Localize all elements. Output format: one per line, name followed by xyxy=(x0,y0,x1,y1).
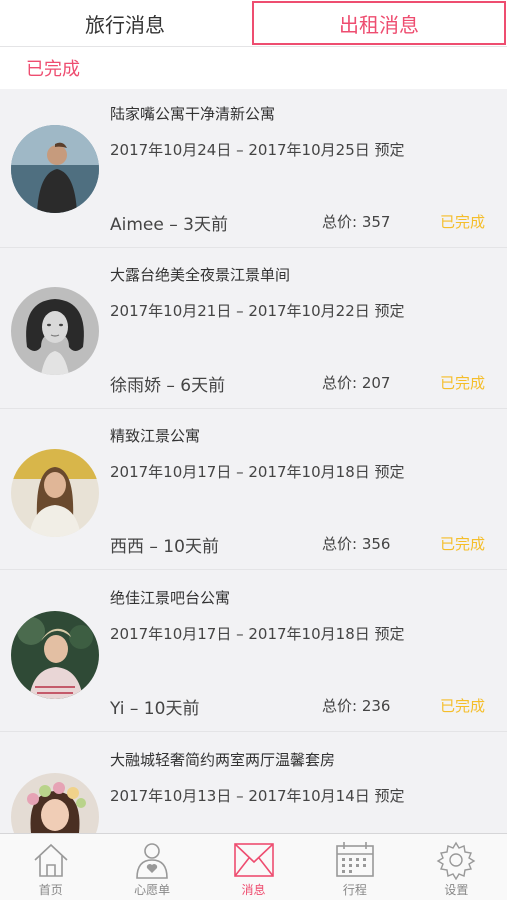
listing-title: 大露台绝美全夜景江景单间 xyxy=(110,266,291,284)
tabbar-item-wishlist[interactable]: 心愿单 xyxy=(101,834,202,900)
message-icon xyxy=(233,843,274,877)
order-card[interactable]: 陆家嘴公寓干净清新公寓 2017年10月24日 – 2017年10月25日 预定… xyxy=(0,89,507,248)
order-list[interactable]: 陆家嘴公寓干净清新公寓 2017年10月24日 – 2017年10月25日 预定… xyxy=(0,89,507,833)
booking-dates: 2017年10月13日 – 2017年10月14日 预定 xyxy=(110,787,405,805)
tabbar-label: 行程 xyxy=(342,883,367,897)
guest-name-time: 西西 – 10天前 xyxy=(110,537,219,557)
tabbar-item-settings[interactable]: 设置 xyxy=(406,834,507,900)
status-badge: 已完成 xyxy=(440,697,486,715)
order-card[interactable]: 大融城轻奢简约两室两厅温馨套房 2017年10月13日 – 2017年10月14… xyxy=(0,735,507,833)
home-icon xyxy=(34,843,68,877)
total-price: 总价: 207 xyxy=(322,374,391,392)
tabbar-item-messages[interactable]: 消息 xyxy=(203,834,304,900)
status-badge: 已完成 xyxy=(440,535,486,553)
status-badge: 已完成 xyxy=(440,213,486,231)
tabbar-label: 设置 xyxy=(444,883,469,897)
tabbar-item-home[interactable]: 首页 xyxy=(0,834,101,900)
order-card[interactable]: 绝佳江景吧台公寓 2017年10月17日 – 2017年10月18日 预定 Yi… xyxy=(0,573,507,732)
avatar xyxy=(11,125,99,213)
listing-title: 大融城轻奢简约两室两厅温馨套房 xyxy=(110,751,336,769)
tabbar-label: 心愿单 xyxy=(134,883,171,897)
tab-travel-messages[interactable]: 旅行消息 xyxy=(0,0,250,46)
booking-dates: 2017年10月17日 – 2017年10月18日 预定 xyxy=(110,463,405,481)
booking-dates: 2017年10月17日 – 2017年10月18日 预定 xyxy=(110,625,405,643)
listing-title: 精致江景公寓 xyxy=(110,427,201,445)
guest-name-time: 徐雨娇 – 6天前 xyxy=(110,376,226,396)
avatar xyxy=(11,773,99,833)
settings-icon xyxy=(436,841,476,880)
wishlist-icon xyxy=(136,843,168,879)
calendar-icon xyxy=(336,842,374,877)
status-filter-bar: 已完成 xyxy=(0,47,507,89)
order-card[interactable]: 大露台绝美全夜景江景单间 2017年10月21日 – 2017年10月22日 预… xyxy=(0,250,507,409)
order-card[interactable]: 精致江景公寓 2017年10月17日 – 2017年10月18日 预定 西西 –… xyxy=(0,411,507,570)
listing-title: 陆家嘴公寓干净清新公寓 xyxy=(110,105,276,123)
message-type-tabs: 旅行消息 出租消息 xyxy=(0,0,507,47)
booking-dates: 2017年10月21日 – 2017年10月22日 预定 xyxy=(110,302,405,320)
total-price: 总价: 236 xyxy=(322,697,391,715)
status-badge: 已完成 xyxy=(440,374,486,392)
total-price: 总价: 357 xyxy=(322,213,391,231)
guest-name-time: Aimee – 3天前 xyxy=(110,215,228,235)
total-price: 总价: 356 xyxy=(322,535,391,553)
tabbar-label: 消息 xyxy=(241,883,266,897)
avatar xyxy=(11,287,99,375)
avatar xyxy=(11,449,99,537)
tab-rental-messages[interactable]: 出租消息 xyxy=(252,1,506,45)
guest-name-time: Yi – 10天前 xyxy=(110,699,200,719)
booking-dates: 2017年10月24日 – 2017年10月25日 预定 xyxy=(110,141,405,159)
tabbar-item-trips[interactable]: 行程 xyxy=(304,834,405,900)
bottom-tab-bar: 首页 心愿单 消息 行程 设置 xyxy=(0,833,507,900)
tabbar-label: 首页 xyxy=(38,883,63,897)
filter-completed[interactable]: 已完成 xyxy=(26,55,80,81)
avatar xyxy=(11,611,99,699)
listing-title: 绝佳江景吧台公寓 xyxy=(110,589,231,607)
